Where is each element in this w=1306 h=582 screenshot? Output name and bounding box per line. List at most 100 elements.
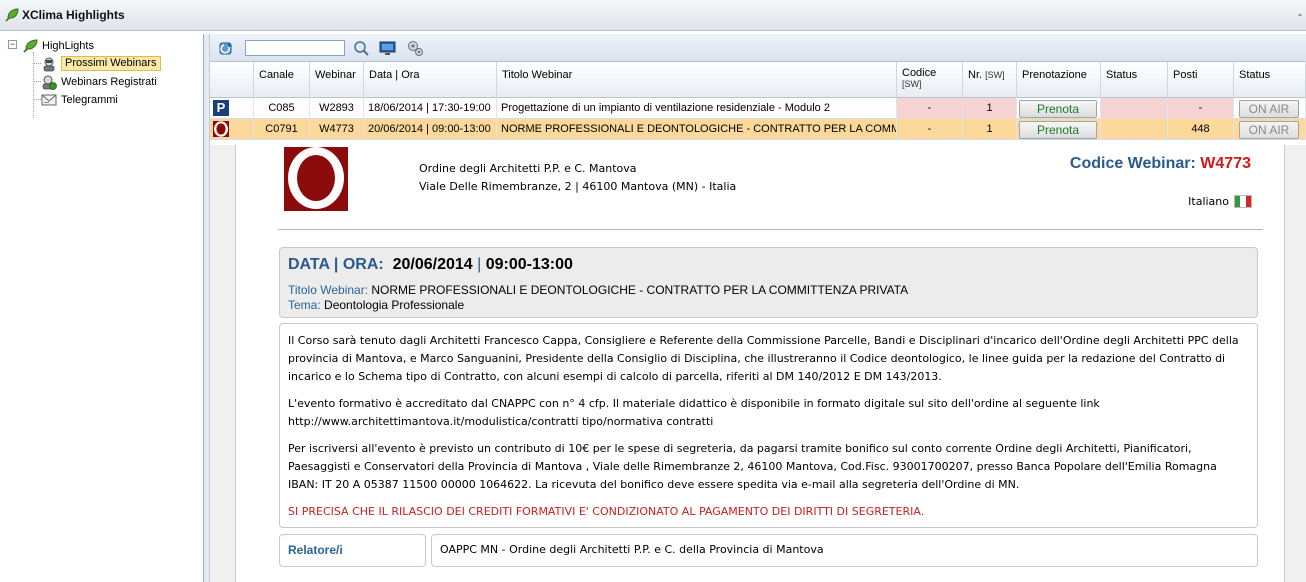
on-air-button[interactable]: ON AIR: [1239, 121, 1299, 139]
col-header-posti[interactable]: Posti: [1168, 62, 1234, 98]
col-header-status-2[interactable]: Status: [1234, 62, 1306, 98]
cell-canale: C085: [254, 98, 310, 119]
logo-core: [297, 155, 335, 201]
row-badge-cell: P: [210, 98, 254, 119]
cell-canale: C0791: [254, 119, 310, 140]
col-header-codice-label: Codice: [902, 67, 937, 79]
prenota-button[interactable]: Prenota: [1019, 121, 1097, 139]
speaker-value-box: OAPPC MN - Ordine degli Architetti P.P. …: [431, 534, 1258, 567]
cell-posti: 448: [1168, 119, 1234, 140]
tree-item-label: Prossimi Webinars: [61, 56, 161, 71]
cell-posti: -: [1168, 98, 1234, 119]
speaker-value: OAPPC MN - Ordine degli Architetti P.P. …: [440, 543, 824, 556]
tree-item-webinars-registrati[interactable]: Webinars Registrati: [41, 73, 157, 90]
col-header-codice-sub: [SW]: [902, 79, 922, 89]
tree-item-label: Webinars Registrati: [61, 75, 157, 88]
tree-item-telegrammi[interactable]: Telegrammi: [41, 91, 118, 108]
cell-status: [1101, 119, 1168, 140]
table-row[interactable]: P C085 W2893 18/06/2014 | 17:30-19:00 Pr…: [210, 98, 1306, 119]
col-header-canale[interactable]: Canale: [254, 62, 310, 98]
topic-label: Tema:: [288, 298, 321, 312]
time-value: 09:00-13:00: [485, 256, 573, 273]
italian-flag-icon: [1234, 195, 1252, 208]
language-label: Italiano: [1188, 195, 1229, 208]
settings-icon[interactable]: [407, 40, 424, 57]
detail-sheet: Ordine degli Architetti P.P. e C. Mantov…: [235, 145, 1285, 582]
window-title: XClima Highlights: [22, 8, 125, 22]
prenota-button[interactable]: Prenota: [1019, 100, 1097, 118]
col-header-badge: [210, 62, 254, 98]
description-paragraph: Per iscriversi all'evento è previsto un …: [288, 442, 1217, 491]
row-badge-cell: [210, 119, 254, 140]
window-titlebar: XClima Highlights -: [0, 0, 1306, 31]
order-logo-icon: [284, 147, 348, 211]
tree-connector: [33, 99, 41, 100]
tree-connector: [33, 63, 41, 64]
cell-onair: ON AIR: [1234, 119, 1306, 140]
leaf-icon: [23, 38, 38, 53]
cell-onair: ON AIR: [1234, 98, 1306, 119]
col-header-prenotazione[interactable]: Prenotazione: [1017, 62, 1101, 98]
col-header-nr[interactable]: Nr. [SW]: [963, 62, 1017, 98]
description-box: Il Corso sarà tenuto dagli Architetti Fr…: [279, 323, 1258, 528]
search-input[interactable]: [245, 40, 345, 56]
description-paragraph: Il Corso sarà tenuto dagli Architetti Fr…: [288, 334, 1239, 383]
tree-root-label: HighLights: [42, 39, 94, 52]
cell-webinar: W4773: [310, 119, 364, 140]
refresh-icon[interactable]: [219, 40, 236, 57]
tree-connector: [33, 52, 34, 118]
webinar-icon: [43, 57, 55, 71]
speaker-label: Relatore/i: [288, 543, 343, 557]
webinar-code-label: Codice Webinar:: [1069, 155, 1196, 172]
navigation-tree: − HighLights Prossimi Webinars Webinars …: [0, 34, 204, 582]
webinar-code-value: W4773: [1200, 155, 1251, 172]
cell-codice: -: [897, 119, 963, 140]
webinar-code: Codice Webinar: W4773: [1070, 155, 1251, 173]
description-paragraph: L'evento formativo è accreditato dal CNA…: [288, 397, 1100, 428]
date-value: 20/06/2014: [392, 256, 473, 273]
language-indicator: Italiano: [1188, 195, 1252, 208]
parking-badge-icon: P: [213, 100, 229, 116]
cell-status: [1101, 98, 1168, 119]
tree-connector: [33, 81, 41, 82]
col-header-nr-label: Nr.: [968, 69, 983, 81]
search-icon[interactable]: [353, 40, 370, 57]
on-air-button[interactable]: ON AIR: [1239, 100, 1299, 118]
title-label: Titolo Webinar:: [288, 283, 369, 297]
col-header-webinar[interactable]: Webinar: [310, 62, 364, 98]
cell-prenotazione: Prenota: [1017, 98, 1101, 119]
tree-item-label: Telegrammi: [61, 93, 118, 106]
cell-titolo: Progettazione di un impianto di ventilaz…: [497, 98, 897, 119]
date-time-line: DATA | ORA: 20/06/2014 | 09:00-13:00: [288, 256, 573, 274]
date-separator: |: [477, 256, 482, 273]
col-header-status[interactable]: Status: [1101, 62, 1168, 98]
grid-toolbar: [210, 34, 1306, 62]
organization-address: Viale Delle Rimembranze, 2 | 46100 Manto…: [419, 180, 737, 193]
date-label: DATA | ORA:: [288, 256, 384, 273]
minimize-button[interactable]: -: [1298, 7, 1306, 21]
tree-root-highlights[interactable]: HighLights: [22, 37, 94, 54]
date-box: DATA | ORA: 20/06/2014 | 09:00-13:00 Tit…: [279, 247, 1258, 318]
recorded-icon: [42, 75, 57, 90]
order-logo-icon: [213, 121, 229, 137]
cell-titolo: NORME PROFESSIONALI E DEONTOLOGICHE - CO…: [497, 119, 897, 140]
cell-codice: -: [897, 98, 963, 119]
table-row-selected[interactable]: C0791 W4773 20/06/2014 | 09:00-13:00 NOR…: [210, 119, 1306, 140]
cell-nr: 1: [963, 98, 1017, 119]
cell-data-ora: 18/06/2014 | 17:30-19:00: [364, 98, 497, 119]
leaf-icon: [5, 8, 19, 22]
cell-prenotazione: Prenota: [1017, 119, 1101, 140]
monitor-icon[interactable]: [379, 40, 396, 57]
title-value: NORME PROFESSIONALI E DEONTOLOGICHE - CO…: [371, 283, 909, 297]
cell-data-ora: 20/06/2014 | 09:00-13:00: [364, 119, 497, 140]
col-header-data-ora[interactable]: Data | Ora: [364, 62, 497, 98]
col-header-codice[interactable]: Codice [SW]: [897, 62, 963, 98]
telegram-icon: [41, 94, 57, 105]
collapse-toggle[interactable]: −: [8, 40, 17, 49]
payment-notice: SI PRECISA CHE IL RILASCIO DEI CREDITI F…: [288, 505, 925, 518]
divider: [278, 229, 1263, 230]
tree-item-prossimi-webinars[interactable]: Prossimi Webinars: [41, 55, 161, 72]
cell-webinar: W2893: [310, 98, 364, 119]
topic-line: Tema: Deontologia Professionale: [288, 298, 464, 312]
col-header-titolo[interactable]: Titolo Webinar: [497, 62, 897, 98]
